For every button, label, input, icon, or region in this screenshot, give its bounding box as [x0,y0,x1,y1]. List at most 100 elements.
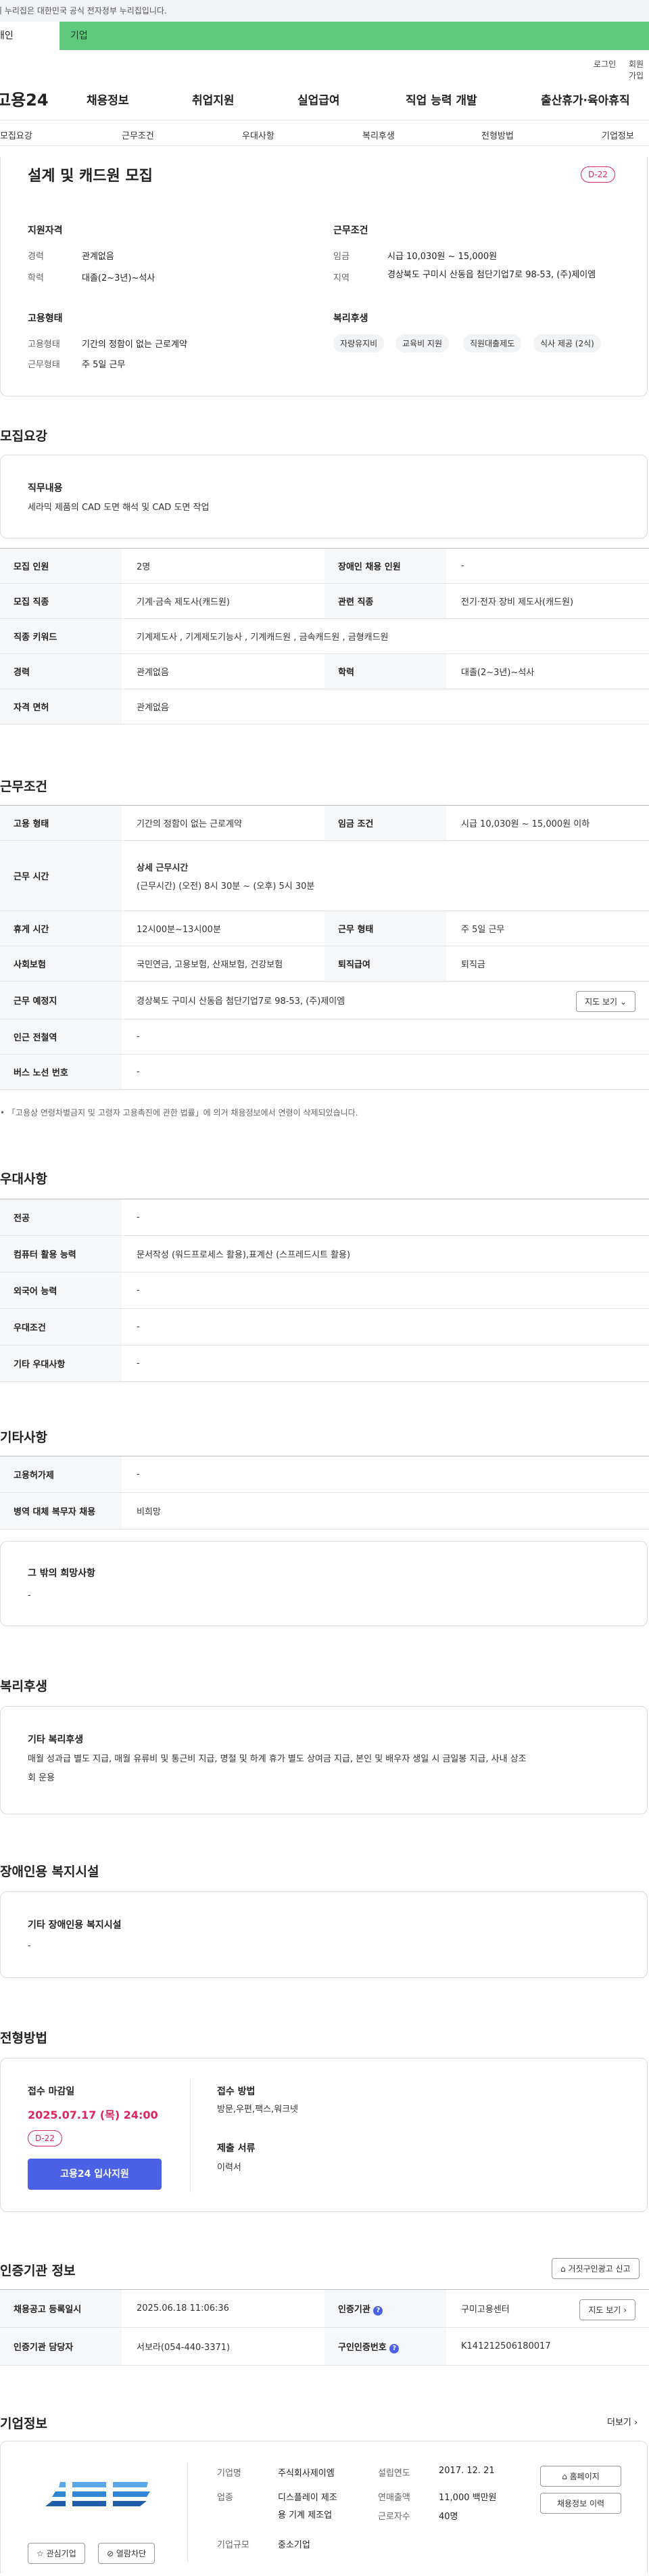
table-header: 관련 직종 [324,583,446,619]
company-logo-graphic [45,2477,150,2508]
employment-heading: 고용형태 [28,313,63,324]
report-fake-ad-button[interactable]: ⌂ 거짓구인광고 신고 [552,2258,640,2279]
section-nav: 모집요강 근무조건 우대사항 복리후생 전형방법 기업정보 [0,120,649,146]
career-value: 관계없음 [82,252,114,262]
nav-employment-support[interactable]: 취업지원 [192,91,235,108]
login-link[interactable]: 로그인 [594,58,616,70]
tab-individual[interactable]: 개인 [0,22,59,50]
nav-vocational-training[interactable]: 직업 능력 개발 [406,91,477,108]
nav-jobs[interactable]: 채용정보 [87,91,129,108]
prefer-section-title: 우대사항 [0,1172,47,1187]
table-header: 휴게 시간 [0,911,122,946]
table-header: 인증기관 담당자 [0,2327,122,2366]
table-header: 병역 대체 복무자 채용 [0,1492,122,1530]
welfare-tag: 직원대출제도 [463,334,522,352]
welfare-tag: 식사 제공 (2식) [533,334,601,352]
place-cell: 경상북도 구미시 산동읍 첨단기업7로 98-53, (주)제이엠 지도 보기 … [122,981,649,1019]
tab-company[interactable]: 기업정보 [602,129,634,141]
etc-wish-heading: 그 밖의 희망사항 [28,1568,95,1579]
founded-label: 설립연도 [378,2468,410,2479]
table-header: 컴퓨터 활용 능력 [0,1235,122,1272]
table-cell: 비희망 [122,1492,649,1530]
table-header: 사회보험 [0,946,122,982]
user-type-tabs: 개인 기업 [0,22,649,50]
chevron-right-icon: › [623,2305,627,2315]
company-card: ☆ 관심기업 ⊘ 열람차단 기업명 주식회사제이엠 설립연도 2017. 12.… [0,2441,648,2573]
nav-parental-leave[interactable]: 출산휴가·육아휴직 [541,91,630,108]
hours-heading: 상세 근무시간 [137,862,189,873]
divider [190,2079,191,2192]
utility-links: 로그인 회원가입 [0,50,649,80]
table-cell: 서보라(054-440-3371) [122,2327,324,2366]
tab-work-conditions[interactable]: 근무조건 [122,129,154,141]
revenue-value: 11,000 백만원 [439,2493,497,2503]
table-cell: K141212506180017 [446,2327,649,2366]
company-name-label: 기업명 [217,2468,241,2479]
tab-recruit[interactable]: 모집요강 [0,129,32,141]
table-cell: 기계제도사 , 기계제도기능사 , 기계캐드원 , 금속캐드원 , 금형캐드원 [122,618,649,654]
map-view-button[interactable]: 지도 보기 ⌄ [576,991,635,1012]
apply-button[interactable]: 고용24 입사지원 [28,2159,162,2190]
table-cell: - [122,1054,649,1090]
table-cell: 시급 10,030원 ~ 15,000원 이하 [446,805,649,841]
etc-wish-box: 그 밖의 희망사항 - [0,1541,648,1626]
benefit-section-title: 복리후생 [0,1679,47,1694]
table-cell: - [446,548,649,584]
interest-company-button[interactable]: ☆ 관심기업 [28,2543,85,2564]
benefit-line1: 매월 성과급 별도 지급, 매월 유류비 및 통근비 지급, 명절 및 하계 휴… [28,1754,527,1764]
selection-section-title: 전형방법 [0,2031,47,2046]
site-logo[interactable]: 고용24 [0,87,49,110]
hours-value: (근무시간) (오전) 8시 30분 ~ (오후) 5시 30분 [137,881,315,892]
block-view-button[interactable]: ⊘ 열람차단 [98,2543,155,2564]
company-logo [39,2472,153,2513]
emp-type-value: 기간의 정함이 없는 근로계약 [82,340,187,350]
employees-label: 근로자수 [378,2512,410,2522]
deadline-value: 2025.07.17 (목) 24:00 [28,2109,158,2121]
tab-corporate[interactable]: 기업 [70,22,88,50]
welfare-tag: 자량유지비 [333,334,385,352]
employees-value: 40명 [439,2512,458,2522]
star-icon: ☆ [37,2549,44,2558]
chevron-right-icon: › [634,2418,638,2428]
duty-text: 세라믹 제품의 CAD 도면 해석 및 CAD 도면 작업 [28,503,210,513]
work-form-value: 주 5일 근무 [82,360,126,370]
table-header: 인근 전철역 [0,1019,122,1055]
table-cell: 관계없음 [122,653,324,689]
region-value: 경상북도 구미시 산동읍 첨단기업7로 98-53, (주)제이엠 [387,270,596,280]
job-history-button[interactable]: 채용정보 이력 [540,2493,621,2514]
age-notice: • 「고용상 연령차별금지 및 고령자 고용촉진에 관한 법률」에 의거 채용정… [0,1108,358,1118]
docs-heading: 제출 서류 [217,2143,256,2154]
table-cell: 문서작성 (워드프로세스 활용),표계산 (스프레드시트 활용) [122,1235,649,1272]
table-header: 장애인 채용 인원 [324,548,446,584]
etc-table: 고용허가제 - 병역 대체 복무자 채용 비희망 [0,1456,649,1530]
summary-card: 설계 및 캐드원 모집 D-22 지원자격 경력 관계없음 학력 대졸(2~3년… [0,157,648,396]
docs-value: 이력서 [217,2163,241,2173]
table-cell: 2025.06.18 11:06:36 [122,2289,324,2328]
nav-unemployment-benefit[interactable]: 실업급여 [297,91,340,108]
tab-selection[interactable]: 전형방법 [481,129,514,141]
info-icon[interactable]: ? [373,2305,383,2316]
org-value: 구미고용센터 [461,2305,510,2315]
wage-value: 시급 10,030원 ~ 15,000원 [387,252,498,262]
home-icon: ⌂ [560,2264,566,2274]
job-title: 설계 및 캐드원 모집 [28,168,153,185]
company-more-link[interactable]: 더보기 › [607,2415,638,2428]
homepage-button[interactable]: ⌂ 홈페이지 [540,2466,621,2487]
table-header: 고용허가제 [0,1456,122,1493]
info-icon[interactable]: ? [389,2343,400,2353]
table-cell: 대졸(2~3년)~석사 [446,653,649,689]
selection-dday-badge: D-22 [28,2130,62,2146]
deadline-heading: 접수 마감일 [28,2086,75,2097]
education-label: 학력 [28,273,44,283]
table-header: 외국어 능력 [0,1272,122,1309]
gov-banner: 이 누리집은 대한민국 공식 전자정부 누리집입니다. [0,0,649,22]
tab-preferences[interactable]: 우대사항 [242,129,274,141]
gov-banner-text: 이 누리집은 대한민국 공식 전자정부 누리집입니다. [0,6,167,16]
table-cell: 12시00분~13시00분 [122,911,324,946]
method-heading: 접수 방법 [217,2086,256,2097]
cert-map-button[interactable]: 지도 보기 › [579,2299,635,2320]
tab-benefits[interactable]: 복리후생 [362,129,395,141]
benefit-box: 기타 복리후생 매월 성과급 별도 지급, 매월 유류비 및 통근비 지급, 명… [0,1706,648,1814]
company-section-title: 기업정보 [0,2416,47,2431]
table-header: 근무 예정지 [0,981,122,1019]
